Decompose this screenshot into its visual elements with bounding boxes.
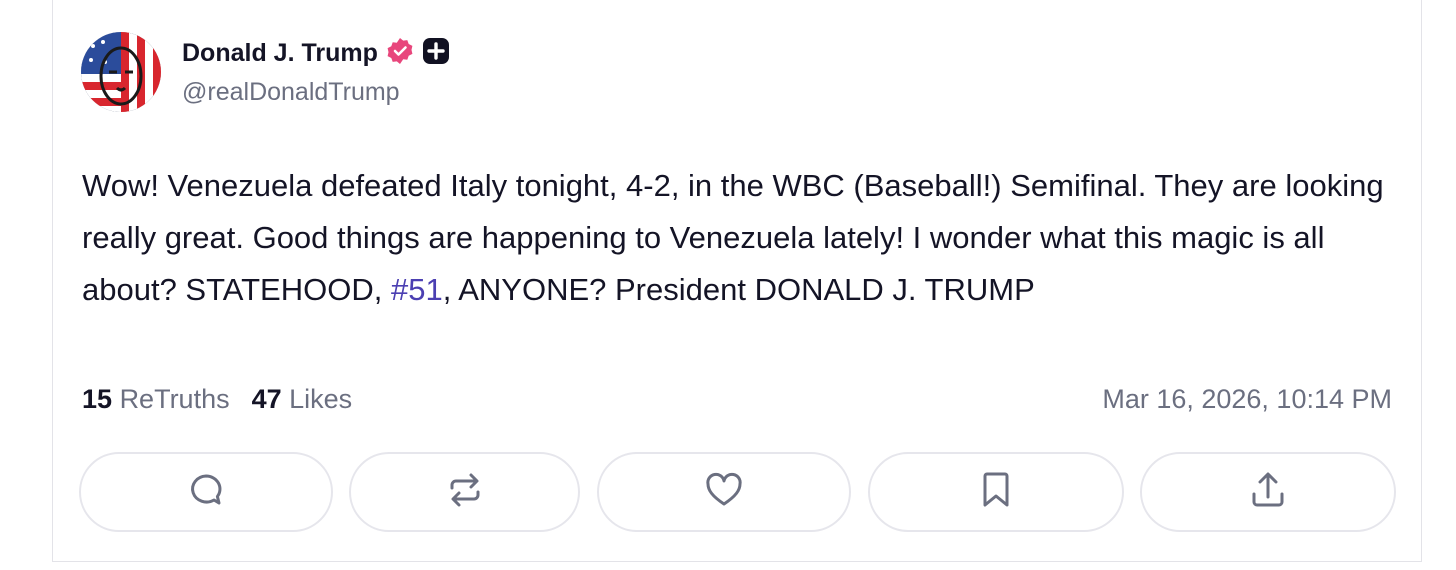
- author-handle[interactable]: @realDonaldTrump: [182, 78, 400, 107]
- retruths-count: 15: [82, 384, 113, 414]
- retruth-button[interactable]: [349, 452, 580, 532]
- action-bar: [79, 452, 1396, 534]
- likes-stat[interactable]: 47 Likes: [252, 384, 353, 415]
- share-icon: [1249, 470, 1287, 515]
- retruth-icon: [446, 471, 484, 514]
- bookmark-button[interactable]: [868, 452, 1124, 532]
- post-timestamp[interactable]: Mar 16, 2026, 10:14 PM: [1102, 384, 1392, 415]
- retruths-stat[interactable]: 15 ReTruths: [82, 384, 230, 415]
- verified-badge-icon: [386, 37, 414, 70]
- share-button[interactable]: [1140, 452, 1396, 532]
- reply-button[interactable]: [79, 452, 333, 532]
- bookmark-icon: [979, 470, 1013, 515]
- author-name[interactable]: Donald J. Trump: [182, 39, 378, 68]
- likes-count: 47: [251, 384, 282, 414]
- post-text-part: , ANYONE? President DONALD J. TRUMP: [442, 272, 1035, 307]
- like-button[interactable]: [597, 452, 851, 532]
- hashtag-link[interactable]: #51: [391, 272, 443, 307]
- retruths-label: ReTruths: [119, 384, 230, 414]
- author-name-row: Donald J. Trump: [182, 36, 450, 70]
- post-stats: 15 ReTruths 47 Likes: [82, 384, 352, 415]
- reply-icon: [187, 471, 225, 514]
- avatar[interactable]: [81, 32, 161, 112]
- likes-label: Likes: [289, 384, 353, 414]
- post-text: Wow! Venezuela defeated Italy tonight, 4…: [82, 160, 1402, 316]
- like-icon: [704, 471, 744, 514]
- plus-badge-icon: [422, 37, 450, 70]
